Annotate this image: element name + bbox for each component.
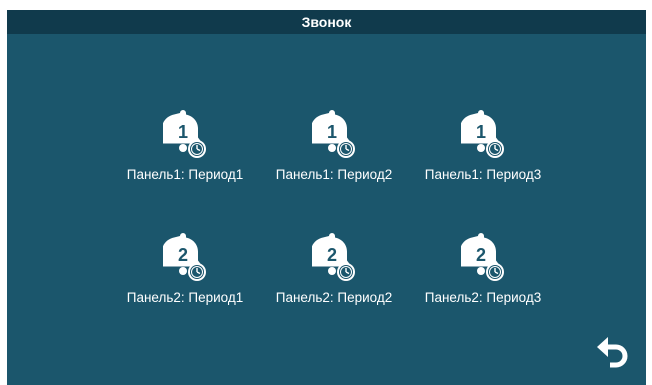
schedule-item-panel2-period3[interactable]: 2 Панель2: Период3 — [408, 233, 558, 323]
back-arrow-icon — [597, 337, 628, 368]
panel-number: 1 — [476, 122, 486, 142]
panel-number: 1 — [327, 122, 337, 142]
schedule-item-label: Панель1: Период2 — [275, 167, 393, 182]
bell-clock-icon: 1 — [163, 110, 207, 160]
schedule-item-label: Панель2: Период2 — [275, 290, 393, 305]
panel-number: 1 — [178, 122, 188, 142]
panel-number: 2 — [476, 245, 486, 265]
schedule-item-label: Панель2: Период1 — [126, 290, 244, 305]
schedule-item-panel2-period1[interactable]: 2 Панель2: Период1 — [110, 233, 260, 323]
bell-clock-icon: 2 — [312, 233, 356, 283]
page-title: Звонок — [301, 14, 352, 30]
schedule-item-label: Панель1: Период3 — [424, 167, 542, 182]
schedule-item-label: Панель2: Период3 — [424, 290, 542, 305]
bell-clock-icon: 1 — [461, 110, 505, 160]
bell-clock-icon: 2 — [461, 233, 505, 283]
back-button[interactable] — [594, 333, 632, 371]
ringtone-screen: Звонок 1 Панель1: Период1 1 Панель1: Пер… — [7, 10, 646, 385]
panel-number: 2 — [327, 245, 337, 265]
schedule-item-panel1-period2[interactable]: 1 Панель1: Период2 — [259, 110, 409, 200]
bell-clock-icon: 1 — [312, 110, 356, 160]
schedule-item-panel1-period1[interactable]: 1 Панель1: Период1 — [110, 110, 260, 200]
title-bar: Звонок — [7, 10, 646, 34]
schedule-item-panel2-period2[interactable]: 2 Панель2: Период2 — [259, 233, 409, 323]
schedule-item-label: Панель1: Период1 — [126, 167, 244, 182]
schedule-item-panel1-period3[interactable]: 1 Панель1: Период3 — [408, 110, 558, 200]
panel-number: 2 — [178, 245, 188, 265]
bell-clock-icon: 2 — [163, 233, 207, 283]
